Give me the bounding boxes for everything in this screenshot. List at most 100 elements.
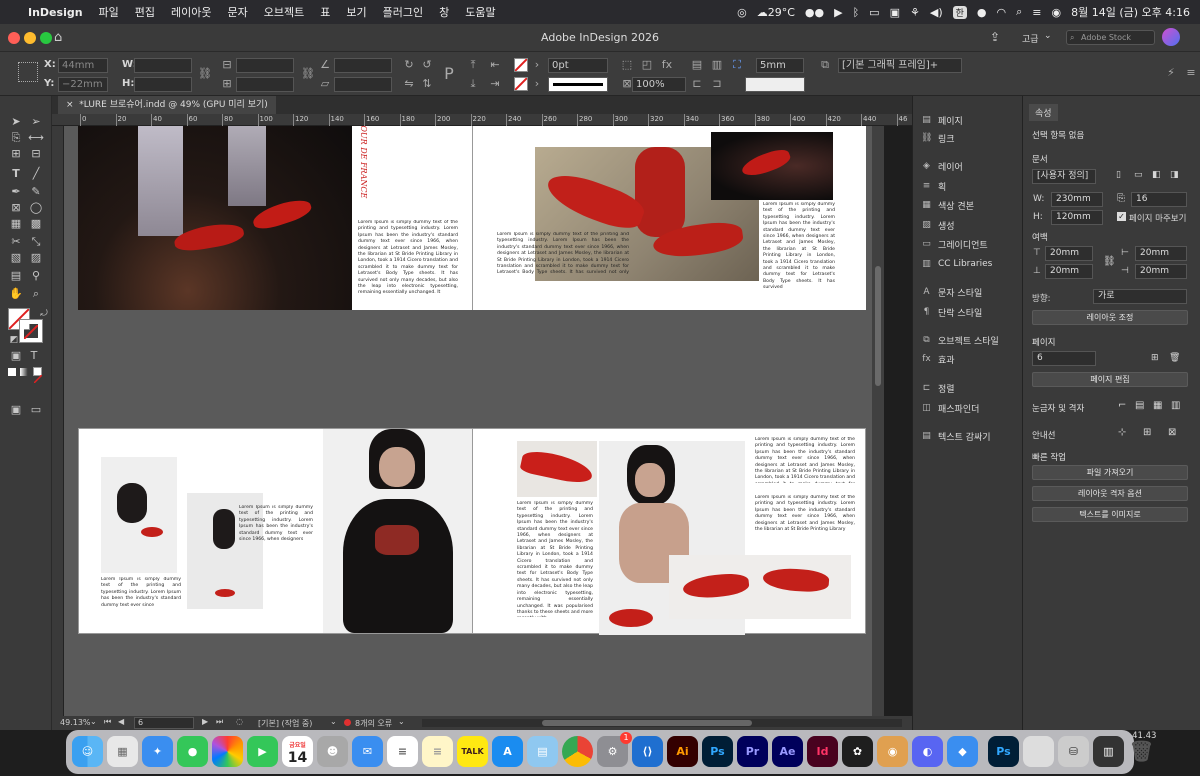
menu-object[interactable]: 오브젝트: [256, 4, 312, 20]
show-guides-icon[interactable]: ⊹: [1118, 427, 1126, 438]
night-heels-photo[interactable]: [711, 132, 833, 200]
menu-type[interactable]: 문자: [220, 4, 256, 20]
contacts-icon[interactable]: ☻: [317, 736, 348, 767]
grid-tool-icon[interactable]: ▩: [28, 216, 44, 232]
note-tool-icon[interactable]: ▤: [8, 268, 24, 284]
edit-page-button[interactable]: 페이지 편집: [1032, 372, 1188, 387]
heels-street-photo[interactable]: [78, 126, 352, 310]
panel-align[interactable]: ⊏ 정렬: [921, 380, 955, 396]
eyedropper-tool-icon[interactable]: ⚲: [28, 268, 44, 284]
zoom-percent-field[interactable]: 100%: [632, 77, 686, 92]
direct-selection-tool-icon[interactable]: ➢: [28, 114, 44, 130]
text-frame[interactable]: Lorem Ipsum is simply dummy text of the …: [517, 501, 593, 617]
control-center-icon[interactable]: ≡: [1032, 6, 1041, 19]
next-page-icon[interactable]: ▶: [202, 717, 208, 726]
reference-point-icon[interactable]: [18, 62, 38, 82]
select-container-icon[interactable]: ⤒: [466, 58, 480, 72]
dots-icon[interactable]: ●●: [805, 6, 824, 19]
siri-icon[interactable]: ◉: [1052, 6, 1062, 19]
page-tool-icon[interactable]: ⎘: [8, 130, 24, 146]
close-tab-icon[interactable]: ×: [66, 100, 79, 110]
wrap-around-icon[interactable]: ▥: [710, 58, 724, 72]
rotate-cw-icon[interactable]: ↻: [402, 58, 416, 72]
reminders-icon[interactable]: ≡: [387, 736, 418, 767]
roblox-icon[interactable]: ◆: [947, 736, 978, 767]
document-height-field[interactable]: 120mm: [1051, 210, 1103, 225]
scale-y-icon[interactable]: ⊞: [220, 77, 234, 91]
add-page-icon[interactable]: ⊞: [1151, 353, 1159, 363]
vertical-title[interactable]: TOUR DE FRANCE: [354, 126, 368, 210]
app-menu[interactable]: InDesign: [20, 6, 91, 19]
scroll-thumb[interactable]: [542, 720, 752, 726]
photos-icon[interactable]: [212, 736, 243, 767]
model-pose-photo[interactable]: [101, 457, 177, 573]
hand-tool-icon[interactable]: ✋: [8, 286, 24, 302]
object-style-select[interactable]: [기본 그래픽 프레임]+: [838, 58, 962, 73]
spotlight-icon[interactable]: ⌕: [1016, 5, 1022, 19]
horizontal-ruler[interactable]: 0 20 40 60 80 100 120 140 160 180 200 220 240 260 280 3…: [52, 114, 912, 126]
input-method-badge[interactable]: 한: [952, 5, 967, 19]
text-frame[interactable]: Lorem Ipsum is simply dummy text of the …: [239, 505, 313, 545]
menu-edit[interactable]: 편집: [127, 4, 163, 20]
vertical-scrollbar[interactable]: [872, 126, 884, 716]
fx-icon[interactable]: fx: [660, 58, 674, 72]
stroke-swatch[interactable]: [514, 77, 528, 91]
text-frame[interactable]: Lorem Ipsum is simply dummy text of the …: [497, 232, 629, 276]
bluetooth-icon[interactable]: ᛒ: [853, 6, 860, 19]
workspace-switcher[interactable]: 고급: [1022, 32, 1039, 45]
margin-top-field[interactable]: 20mm: [1045, 246, 1093, 261]
pasteboard[interactable]: TOUR DE FRANCE Lorem Ipsum is simply dum…: [64, 126, 872, 716]
screenshots-folder-icon[interactable]: ▥: [1093, 736, 1124, 767]
pencil-tool-icon[interactable]: ✎: [28, 184, 44, 200]
panel-text-wrap[interactable]: ▤ 텍스트 감싸기: [921, 428, 990, 444]
panel-stroke[interactable]: ≡ 획: [921, 178, 947, 194]
table-tool-icon[interactable]: ▦: [8, 216, 24, 232]
master-status[interactable]: [기본] (작업 중): [258, 718, 312, 729]
apply-color-icon[interactable]: [8, 368, 16, 376]
lock-guides-icon[interactable]: ⊞: [1143, 427, 1151, 438]
panel-menu-icon[interactable]: ≡: [1184, 66, 1198, 80]
panel-swatches[interactable]: ▦ 색상 견본: [921, 197, 974, 213]
chevron-down-icon[interactable]: ⌄: [330, 717, 337, 726]
page-right-top[interactable]: Lorem Ipsum is simply dummy text of the …: [472, 126, 866, 310]
page-number-field[interactable]: 6: [134, 717, 194, 729]
red-heels-pair-photo[interactable]: [669, 555, 851, 619]
photo-viewer-icon[interactable]: [1023, 736, 1054, 767]
text-frame[interactable]: Lorem Ipsum is simply dummy text of the …: [763, 202, 835, 298]
vertical-ruler[interactable]: [52, 126, 64, 716]
x-position-field[interactable]: 44mm: [58, 58, 108, 73]
indesign-icon[interactable]: Id: [807, 736, 838, 767]
scale-x-icon[interactable]: ⊟: [220, 58, 234, 72]
stroke-color-icon[interactable]: [19, 319, 43, 343]
avatar[interactable]: [1162, 28, 1180, 46]
p-icon[interactable]: P: [442, 66, 456, 82]
gradient-feather-tool-icon[interactable]: ▨: [28, 250, 44, 266]
text-wrap-icon[interactable]: ▤: [690, 58, 704, 72]
margin-outside-field[interactable]: 20mm: [1135, 264, 1187, 279]
panel-links[interactable]: ⛓ 링크: [921, 130, 955, 146]
scroll-thumb[interactable]: [875, 266, 881, 386]
binding-left-icon[interactable]: ◧: [1152, 170, 1161, 180]
landscape-icon[interactable]: ▭: [1134, 170, 1143, 180]
frame-fitting-icon[interactable]: ⬚: [620, 58, 634, 72]
photoshop-icon[interactable]: Ps: [988, 736, 1019, 767]
content-collector-icon[interactable]: ⊞: [8, 146, 24, 162]
rectangle-frame-tool-icon[interactable]: ⊠: [8, 200, 24, 216]
horizontal-scrollbar[interactable]: [422, 719, 902, 727]
layout-grid-options-button[interactable]: 레이아웃 격자 옵션: [1032, 486, 1188, 501]
layout-grid-icon[interactable]: ▥: [1171, 400, 1180, 411]
smart-guides-icon[interactable]: ⊠: [1168, 427, 1176, 438]
page-left-bottom[interactable]: Lorem Ipsum is simply dummy text of the …: [78, 428, 473, 634]
corner-icon[interactable]: ◰: [640, 58, 654, 72]
line-tool-icon[interactable]: ╱: [28, 166, 44, 182]
calendar-icon[interactable]: 금요일 14: [282, 736, 313, 767]
panel-pathfinder[interactable]: ◫ 패스파인더: [921, 400, 979, 416]
normal-mode-icon[interactable]: ▣: [8, 402, 24, 418]
zoom-level[interactable]: 49.13%: [60, 718, 91, 727]
chevron-down-icon[interactable]: ⌄: [1044, 31, 1052, 41]
menu-view[interactable]: 보기: [338, 4, 374, 20]
screen-mode-icon[interactable]: ▭: [28, 402, 44, 418]
volume-icon[interactable]: ◀): [930, 6, 943, 19]
menu-layout[interactable]: 레이아웃: [163, 4, 219, 20]
photoshop-icon[interactable]: Ps: [702, 736, 733, 767]
